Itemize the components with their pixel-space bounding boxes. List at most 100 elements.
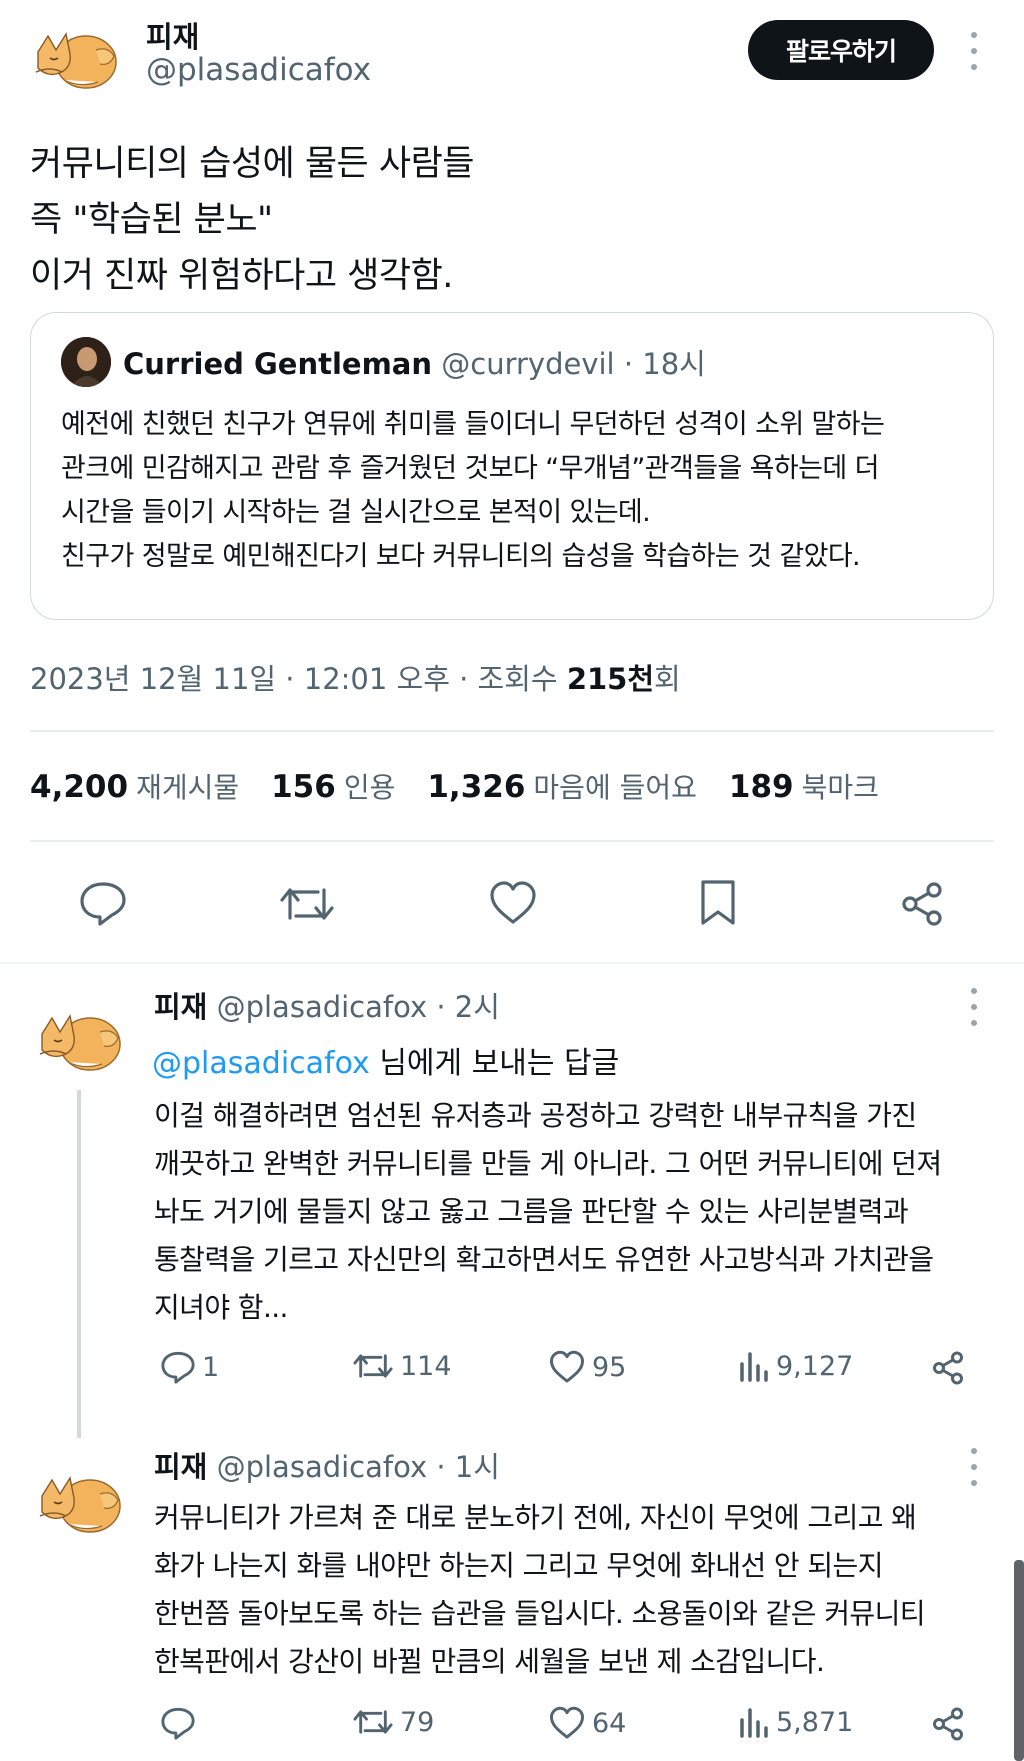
tweet-text: 커뮤니티의 습성에 물든 사람들 즉 "학습된 분노" 이거 진짜 위험하다고 …: [30, 136, 474, 304]
stat-quotes[interactable]: 156 인용: [271, 766, 395, 806]
view-count-suffix: 회: [654, 662, 681, 696]
bookmark-icon[interactable]: [698, 878, 738, 928]
reply-action-bar: 79 64 5,871: [0, 1706, 1024, 1746]
quoted-tweet-card[interactable]: Curried Gentleman @currydevil · 18시 예전에 …: [30, 312, 994, 620]
tweet-action-bar: [0, 872, 1024, 932]
repost-count: 79: [400, 1706, 435, 1738]
quoted-tweet-header: Curried Gentleman @currydevil · 18시: [123, 341, 706, 383]
like-icon[interactable]: [488, 880, 538, 926]
replying-to-suffix: 님에게 보내는 답글: [369, 1046, 620, 1081]
reply-count: 1: [202, 1351, 220, 1383]
views-button[interactable]: 5,871: [738, 1706, 853, 1738]
reply-line: 커뮤니티가 가르쳐 준 대로 분노하기 전에, 자신이 무엇에 그리고 왜: [154, 1501, 917, 1534]
quoted-tweet-text: 예전에 친했던 친구가 연뮤에 취미를 들이더니 무던하던 성격이 소위 말하는…: [61, 403, 885, 579]
stat-num: 189: [728, 769, 794, 805]
section-divider: [0, 962, 1024, 964]
quoted-line: 친구가 정말로 예민해진다기 보다 커뮤니티의 습성을 학습하는 것 같았다.: [61, 541, 861, 572]
like-count: 64: [592, 1707, 627, 1739]
views-count: 9,127: [776, 1350, 854, 1382]
reply-time: · 1시: [436, 1450, 500, 1484]
quoted-line: 관크에 민감해지고 관람 후 즐거웠던 것보다 “무개념”관객들을 욕하는데 더: [61, 453, 879, 484]
follow-button[interactable]: 팔로우하기: [748, 20, 934, 80]
more-options-icon[interactable]: [966, 32, 982, 70]
quoted-author-name[interactable]: Curried Gentleman: [123, 347, 432, 381]
reply-avatar[interactable]: [30, 1454, 122, 1546]
reply-line: 통찰력을 기르고 자신만의 확고하면서도 유연한 사고방식과 가치관을: [154, 1243, 934, 1276]
repost-icon: [353, 1354, 393, 1378]
stat-num: 156: [271, 769, 336, 805]
quoted-line: 예전에 친했던 친구가 연뮤에 취미를 들이더니 무던하던 성격이 소위 말하는: [61, 409, 885, 440]
stat-label: 마음에 들어요: [533, 771, 697, 804]
reply-line: 지녀야 함...: [154, 1291, 288, 1324]
reply-text: 이걸 해결하려면 엄선된 유저층과 공정하고 강력한 내부규칙을 가진 깨끗하고…: [154, 1092, 942, 1332]
repost-count: 114: [400, 1350, 452, 1382]
reply-line: 한복판에서 강산이 바뀔 만큼의 세월을 보낸 제 소감입니다.: [154, 1645, 825, 1678]
views-icon: [740, 1352, 768, 1382]
tweet-datetime[interactable]: 2023년 12월 11일 · 12:01 오후 · 조회수: [30, 662, 567, 696]
repost-icon[interactable]: [278, 882, 336, 926]
reply-time: · 2시: [436, 990, 500, 1024]
like-button[interactable]: 95: [548, 1350, 626, 1384]
quoted-author-handle[interactable]: @currydevil: [441, 347, 614, 381]
repost-button[interactable]: 79: [352, 1706, 434, 1738]
reply-line: 이걸 해결하려면 엄선된 유저층과 공정하고 강력한 내부규칙을 가진: [154, 1099, 917, 1132]
more-options-icon[interactable]: [966, 988, 982, 1026]
reply-header: 피재 @plasadicafox · 1시: [154, 1444, 500, 1486]
reply-author-handle[interactable]: @plasadicafox: [217, 990, 428, 1024]
stat-label: 북마크: [801, 771, 879, 804]
share-icon[interactable]: [898, 880, 946, 928]
divider: [30, 730, 994, 732]
tweet-line: 이거 진짜 위험하다고 생각함.: [30, 256, 453, 296]
repost-icon: [353, 1710, 393, 1734]
views-icon: [740, 1708, 768, 1738]
reply-icon: [161, 1351, 195, 1384]
reply-avatar[interactable]: [30, 992, 122, 1084]
author-handle[interactable]: @plasadicafox: [146, 52, 371, 88]
more-options-icon[interactable]: [966, 1448, 982, 1486]
quoted-line: 시간을 들이기 시작하는 걸 실시간으로 본적이 있는데.: [61, 497, 651, 528]
reply-line: 화가 나는지 화를 내야만 하는지 그리고 무엇에 화내선 안 되는지: [154, 1549, 883, 1582]
stat-num: 4,200: [30, 769, 129, 805]
scrollbar[interactable]: [1014, 1560, 1024, 1761]
reply-text: 커뮤니티가 가르쳐 준 대로 분노하기 전에, 자신이 무엇에 그리고 왜 화가…: [154, 1494, 925, 1686]
tweet-line: 커뮤니티의 습성에 물든 사람들: [30, 144, 474, 184]
reply-button[interactable]: [160, 1706, 202, 1740]
reply-author-name[interactable]: 피재: [154, 990, 207, 1024]
reply-header: 피재 @plasadicafox · 2시: [154, 984, 500, 1026]
stat-num: 1,326: [427, 769, 526, 805]
views-count: 5,871: [776, 1706, 854, 1738]
repost-button[interactable]: 114: [352, 1350, 452, 1382]
stat-bookmarks[interactable]: 189 북마크: [729, 766, 879, 806]
reply-line: 놔도 거기에 물들지 않고 옳고 그름을 판단할 수 있는 사리분별력과: [154, 1195, 909, 1228]
engagement-stats: 4,200 재게시물 156 인용 1,326 마음에 들어요 189 북마크: [30, 766, 879, 806]
like-button[interactable]: 64: [548, 1706, 626, 1740]
stat-label: 재게시물: [136, 771, 240, 804]
stat-reposts[interactable]: 4,200 재게시물: [30, 766, 239, 806]
stat-label: 인용: [343, 771, 396, 804]
reply-line: 한번쯤 돌아보도록 하는 습관을 들입시다. 소용돌이와 같은 커뮤니티: [154, 1597, 925, 1630]
view-count: 215천: [566, 662, 655, 696]
tweet-line: 즉 "학습된 분노": [30, 200, 273, 240]
reply-button[interactable]: 1: [160, 1350, 219, 1384]
replying-to: @plasadicafox 님에게 보내는 답글: [152, 1038, 619, 1082]
reply-author-name[interactable]: 피재: [154, 1450, 207, 1484]
reply-icon[interactable]: [78, 880, 128, 926]
quoted-author-avatar: [61, 337, 111, 387]
divider: [30, 840, 994, 842]
author-name[interactable]: 피재: [146, 14, 199, 56]
reply-line: 깨끗하고 완벽한 커뮤니티를 만들 게 아니라. 그 어떤 커뮤니티에 던져: [154, 1147, 942, 1180]
replying-to-handle[interactable]: @plasadicafox: [152, 1046, 370, 1081]
reply-icon: [161, 1707, 195, 1740]
author-avatar[interactable]: [26, 10, 118, 102]
reply-action-bar: 1 114 95 9,127: [0, 1350, 1024, 1390]
share-icon[interactable]: [930, 1350, 966, 1386]
like-icon: [549, 1350, 584, 1383]
reply-author-handle[interactable]: @plasadicafox: [217, 1450, 428, 1484]
quoted-tweet-time: · 18시: [623, 347, 706, 381]
views-button[interactable]: 9,127: [738, 1350, 853, 1382]
stat-likes[interactable]: 1,326 마음에 들어요: [427, 766, 697, 806]
share-icon[interactable]: [930, 1706, 966, 1742]
like-icon: [549, 1706, 584, 1739]
tweet-meta: 2023년 12월 11일 · 12:01 오후 · 조회수 215천회: [30, 656, 681, 698]
like-count: 95: [592, 1351, 627, 1383]
